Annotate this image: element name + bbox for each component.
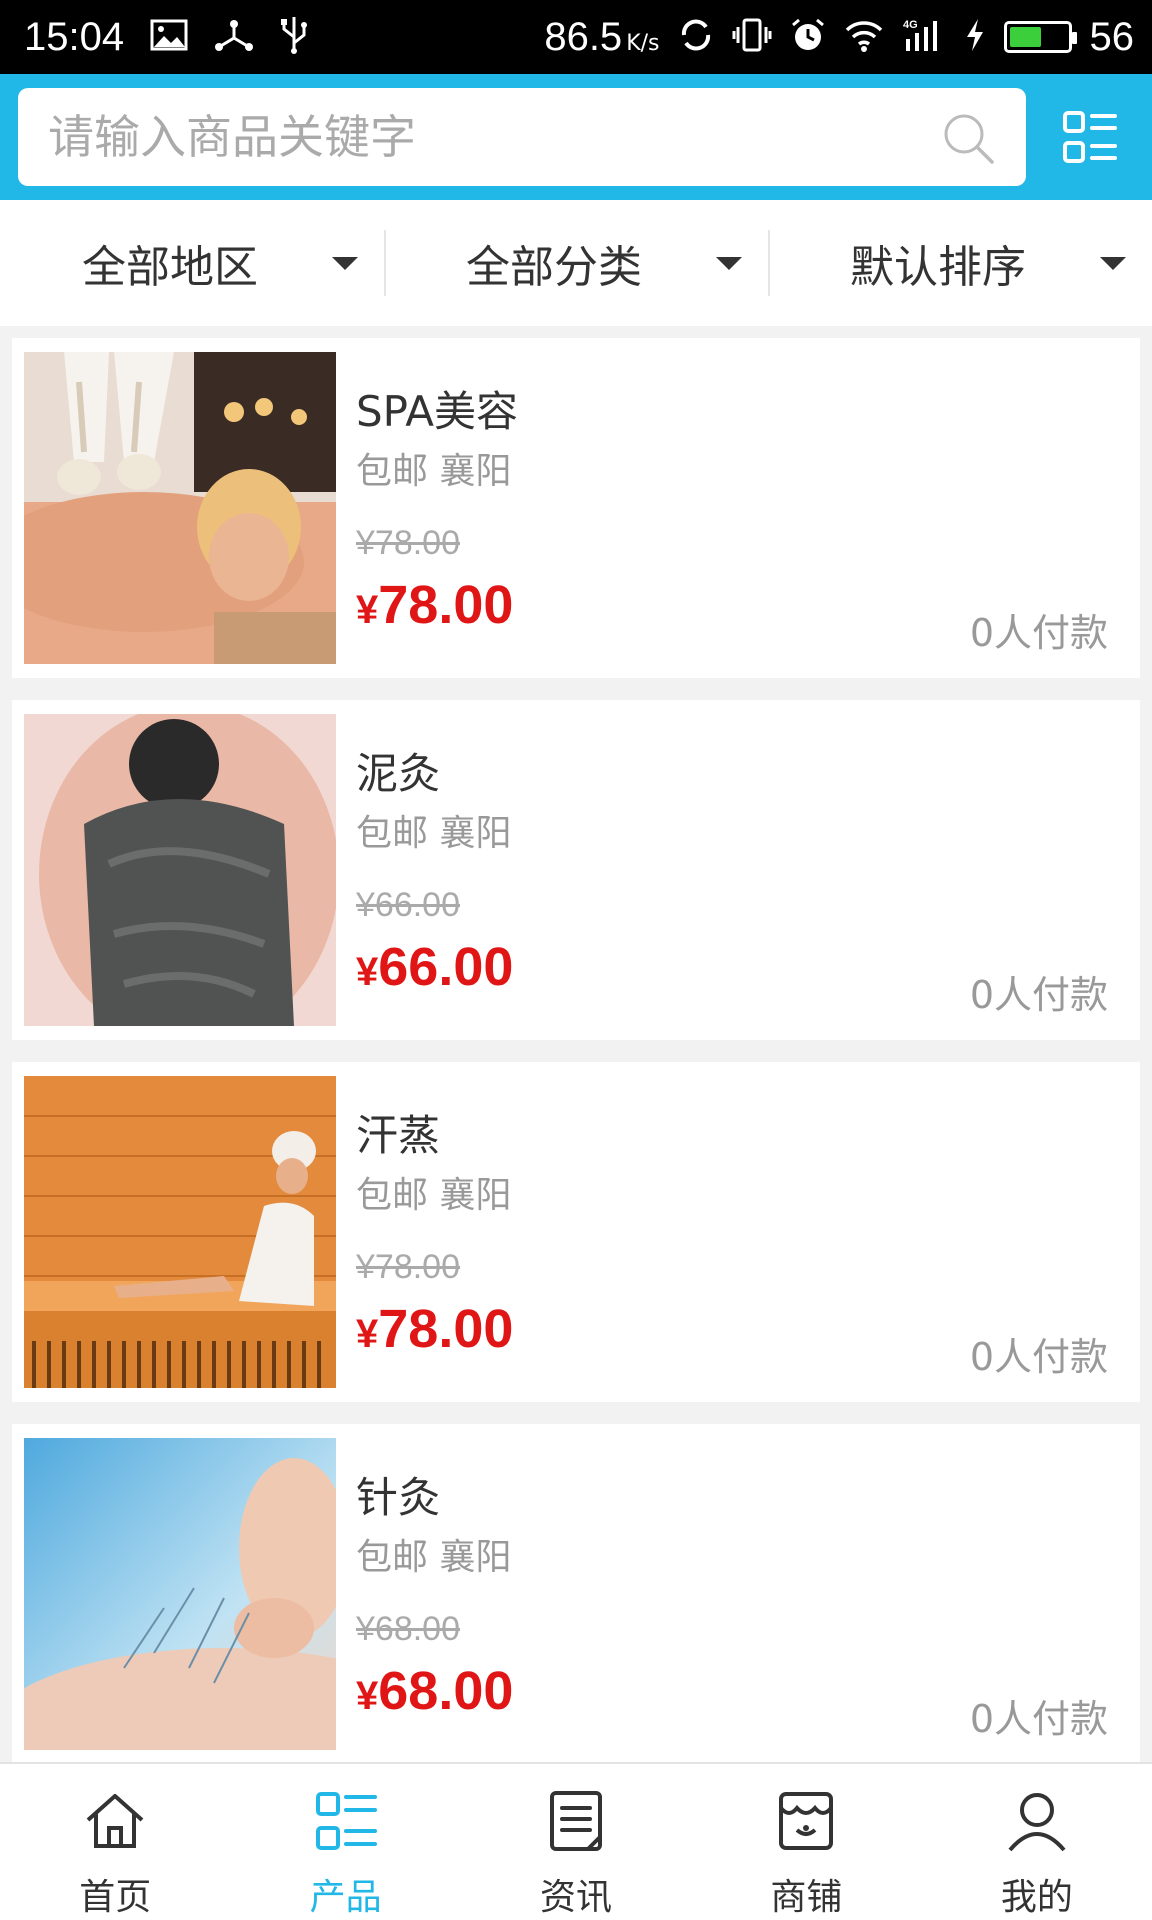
nav-mine[interactable]: 我的 (922, 1764, 1152, 1920)
usb-icon (280, 15, 308, 59)
caret-down-icon (716, 257, 742, 270)
bottom-nav: 首页 产品 资讯 商铺 我的 (0, 1762, 1152, 1920)
caret-down-icon (332, 257, 358, 270)
filter-bar: 全部地区 全部分类 默认排序 (0, 200, 1152, 326)
nav-mine-label: 我的 (1000, 1877, 1073, 1918)
status-bar: 15:04 86.5 K/s 4G 56 (0, 0, 1152, 74)
charging-icon (964, 17, 986, 57)
product-card[interactable]: 汗蒸 包邮 襄阳 ¥78.00 ¥78.00 0人付款 (12, 1062, 1140, 1402)
product-price: ¥78.00 (356, 1298, 513, 1360)
product-image-spa[interactable] (24, 352, 336, 664)
image-icon (150, 19, 188, 55)
nav-shops[interactable]: 商铺 (691, 1764, 921, 1920)
filter-sort-label: 默认排序 (850, 242, 1026, 293)
product-image-mud-moxibustion[interactable] (24, 714, 336, 1026)
product-card[interactable]: SPA美容 包邮 襄阳 ¥78.00 ¥78.00 0人付款 (12, 338, 1140, 678)
product-title[interactable]: SPA美容 (356, 378, 518, 439)
product-price: ¥66.00 (356, 936, 513, 998)
product-original-price: ¥68.00 (356, 1610, 460, 1648)
price-currency: ¥ (356, 950, 379, 994)
vibrate-icon (732, 17, 772, 57)
product-original-price: ¥66.00 (356, 886, 460, 924)
user-icon (1004, 1788, 1070, 1858)
product-price: ¥78.00 (356, 574, 513, 636)
product-title[interactable]: 泥灸 (356, 740, 440, 801)
product-shipping-location: 包邮 襄阳 (356, 1175, 512, 1216)
nav-shops-label: 商铺 (770, 1877, 843, 1918)
product-shipping-location: 包邮 襄阳 (356, 813, 512, 854)
price-value: 68.00 (378, 1661, 514, 1721)
wifi-icon (844, 18, 884, 56)
product-list: SPA美容 包邮 襄阳 ¥78.00 ¥78.00 0人付款 泥灸 包邮 襄阳 … (12, 338, 1140, 1786)
battery-percent: 56 (1089, 14, 1135, 59)
grid-list-icon (313, 1788, 379, 1858)
4g-signal-icon: 4G (902, 17, 946, 57)
product-title[interactable]: 针灸 (356, 1464, 440, 1525)
filter-sort[interactable]: 默认排序 (768, 200, 1152, 326)
product-card[interactable]: 针灸 包邮 襄阳 ¥68.00 ¥68.00 0人付款 (12, 1424, 1140, 1764)
news-icon (543, 1788, 609, 1858)
product-original-price: ¥78.00 (356, 524, 460, 562)
search-box[interactable] (18, 88, 1026, 186)
product-sales-count: 0人付款 (969, 973, 1108, 1017)
product-title[interactable]: 汗蒸 (356, 1102, 440, 1163)
usb-share-icon (214, 18, 254, 56)
network-speed: 86.5 (544, 14, 623, 59)
shop-icon (773, 1788, 839, 1858)
price-value: 78.00 (378, 575, 514, 635)
product-image-sauna[interactable] (24, 1076, 336, 1388)
product-shipping-location: 包邮 襄阳 (356, 451, 512, 492)
status-time: 15:04 (24, 14, 125, 59)
search-icon[interactable] (940, 110, 996, 166)
product-card[interactable]: 泥灸 包邮 襄阳 ¥66.00 ¥66.00 0人付款 (12, 700, 1140, 1040)
price-currency: ¥ (356, 1312, 379, 1356)
svg-text:4G: 4G (903, 19, 918, 31)
filter-region-label: 全部地区 (82, 242, 258, 293)
product-sales-count: 0人付款 (969, 1335, 1108, 1379)
product-price: ¥68.00 (356, 1660, 513, 1722)
price-value: 66.00 (378, 937, 514, 997)
network-speed-unit: K/s (626, 30, 660, 56)
search-header (0, 74, 1152, 200)
product-shipping-location: 包邮 襄阳 (356, 1537, 512, 1578)
price-currency: ¥ (356, 588, 379, 632)
search-input[interactable] (48, 88, 928, 186)
nav-home-label: 首页 (79, 1877, 152, 1918)
battery-icon (1003, 21, 1077, 53)
price-value: 78.00 (378, 1299, 514, 1359)
price-currency: ¥ (356, 1674, 379, 1718)
filter-region[interactable]: 全部地区 (0, 200, 384, 326)
product-original-price: ¥78.00 (356, 1248, 460, 1286)
filter-category[interactable]: 全部分类 (384, 200, 768, 326)
nav-news[interactable]: 资讯 (461, 1764, 691, 1920)
nav-news-label: 资讯 (540, 1877, 613, 1918)
filter-category-label: 全部分类 (466, 242, 642, 293)
nav-products[interactable]: 产品 (230, 1764, 460, 1920)
product-image-acupuncture[interactable] (24, 1438, 336, 1750)
nav-home[interactable]: 首页 (0, 1764, 230, 1920)
product-sales-count: 0人付款 (969, 1697, 1108, 1741)
nav-products-label: 产品 (309, 1877, 382, 1918)
home-icon (82, 1788, 148, 1858)
product-sales-count: 0人付款 (969, 611, 1108, 655)
alarm-icon (790, 17, 826, 57)
sync-icon (678, 17, 714, 57)
caret-down-icon (1100, 257, 1126, 270)
category-menu-icon[interactable] (1062, 110, 1118, 166)
